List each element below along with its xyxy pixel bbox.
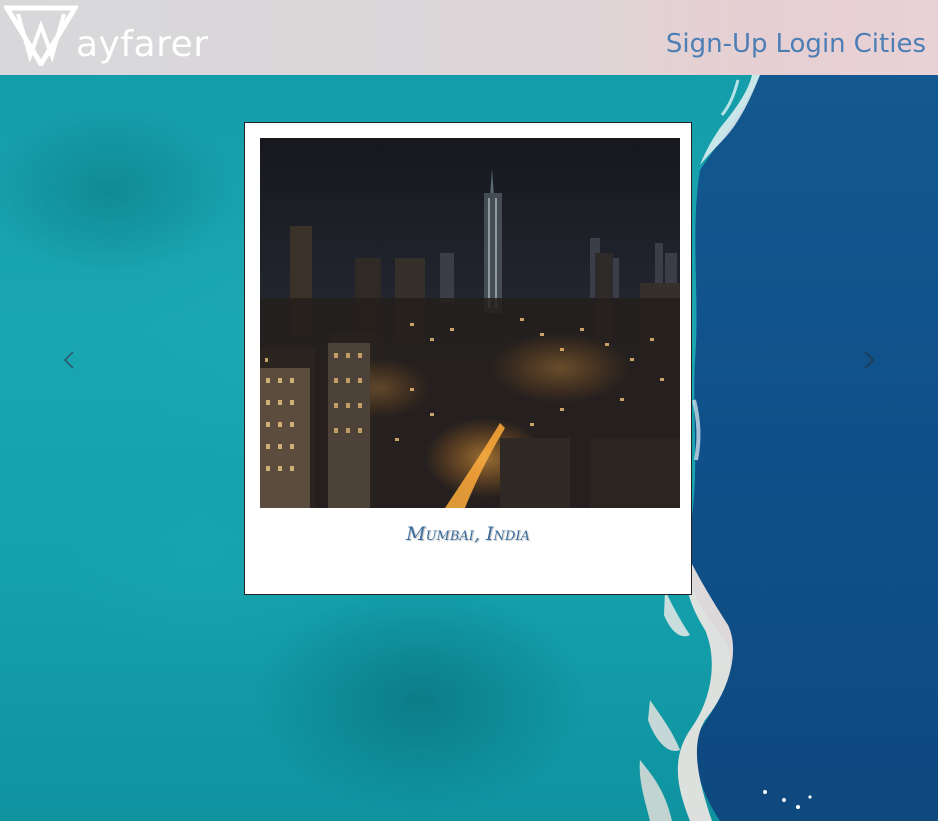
city-card[interactable]: Mumbai, India xyxy=(244,122,692,595)
city-photo-illustration xyxy=(260,138,680,508)
nav-signup-link[interactable]: Sign-Up xyxy=(666,31,768,57)
nav-login-link[interactable]: Login xyxy=(776,31,846,57)
nav-menu: Sign-Up Login Cities xyxy=(666,31,926,57)
city-caption: Mumbai, India xyxy=(406,523,530,545)
w-triangle-logo-icon xyxy=(4,5,78,66)
brand-name: ayfarer xyxy=(76,24,209,65)
night-city-skyline-photo xyxy=(260,138,680,508)
chevron-left-icon xyxy=(63,351,74,369)
brand-logo[interactable]: ayfarer xyxy=(4,4,209,66)
top-navbar: ayfarer Sign-Up Login Cities xyxy=(0,0,938,75)
carousel-prev-button[interactable] xyxy=(54,345,84,375)
nav-cities-link[interactable]: Cities xyxy=(854,31,926,57)
carousel-next-button[interactable] xyxy=(854,345,884,375)
chevron-right-icon xyxy=(864,351,875,369)
